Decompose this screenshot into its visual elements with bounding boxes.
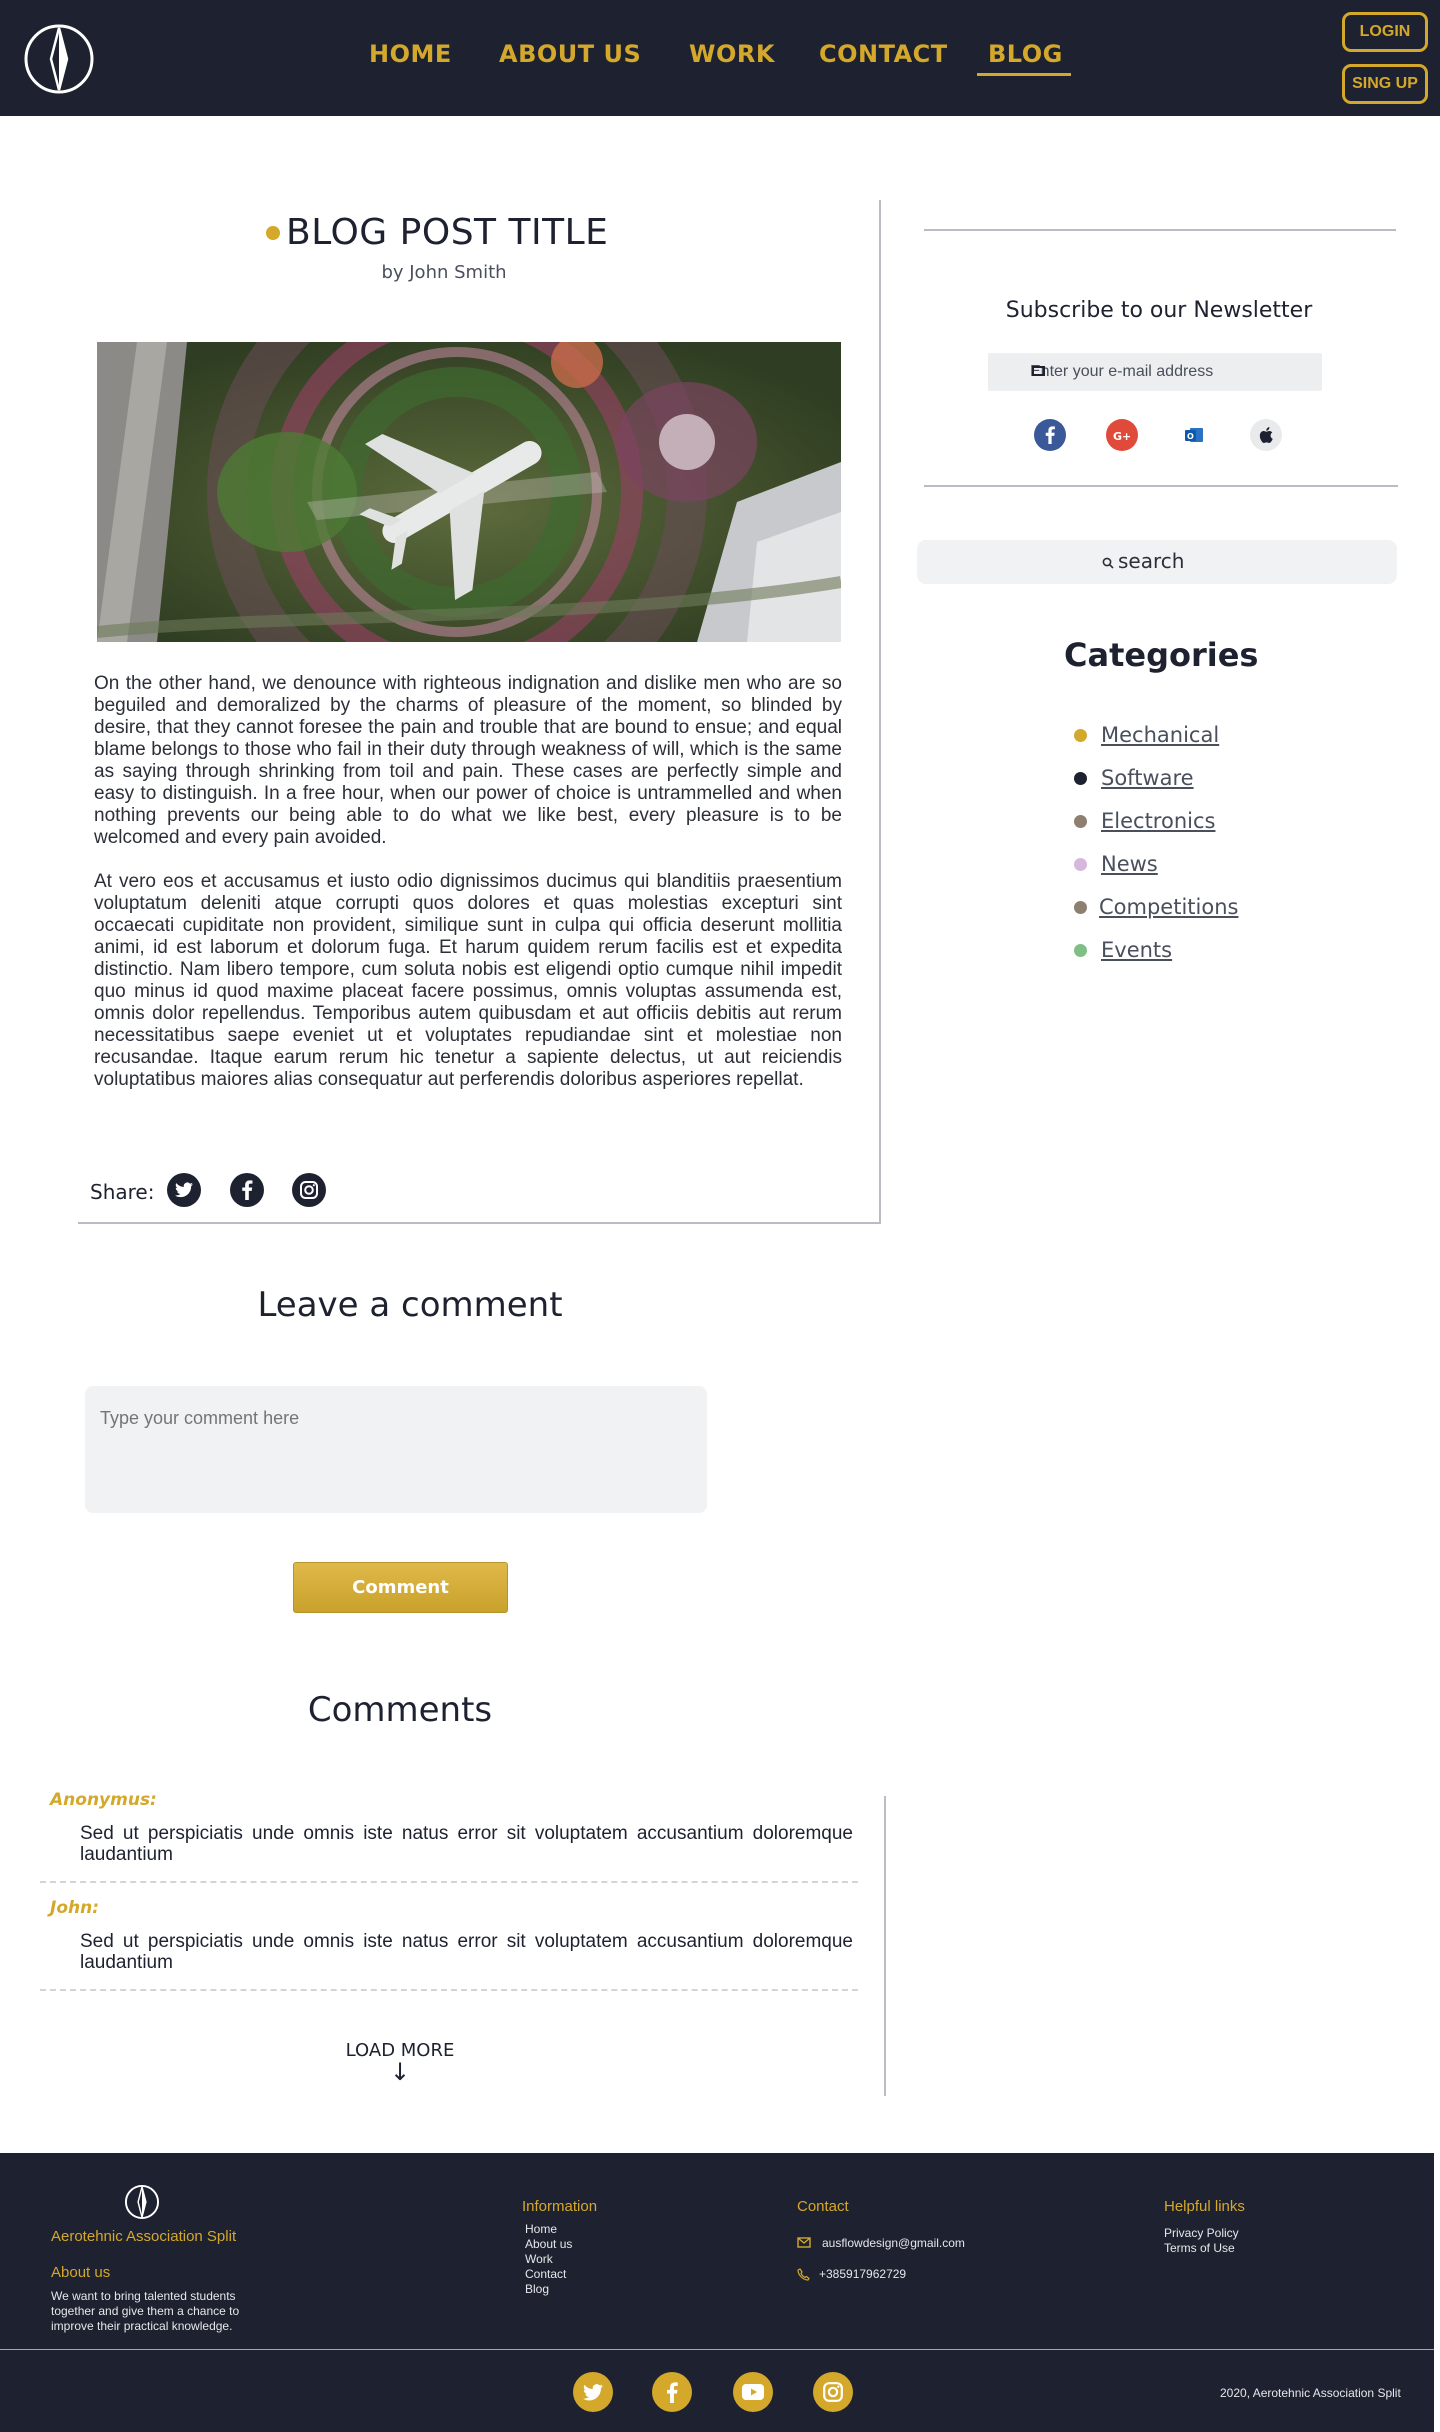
footer-edge — [1434, 2153, 1440, 2432]
svg-text:G+: G+ — [1113, 430, 1131, 442]
category-news[interactable]: News — [1074, 852, 1158, 876]
nav-blog[interactable]: BLOG — [988, 40, 1063, 68]
facebook-icon[interactable] — [230, 1173, 264, 1207]
post-paragraph: On the other hand, we denounce with righ… — [94, 673, 842, 848]
footer-copyright: 2020, Aerotehnic Association Split — [1220, 2386, 1401, 2400]
footer-about-text: We want to bring talented students toget… — [51, 2289, 240, 2333]
category-dot — [1074, 943, 1087, 957]
category-link[interactable]: News — [1101, 852, 1158, 876]
search-placeholder: search — [1118, 549, 1185, 573]
footer-link-privacy-policy[interactable]: Privacy Policy — [1164, 2226, 1239, 2241]
outlook-icon[interactable]: O — [1178, 419, 1210, 451]
category-events[interactable]: Events — [1074, 938, 1172, 962]
category-link[interactable]: Mechanical — [1101, 723, 1219, 747]
footer-org-name: Aerotehnic Association Split — [51, 2228, 237, 2245]
search-icon — [1102, 557, 1114, 569]
post-hero-image — [97, 342, 841, 642]
footer-link-home[interactable]: Home — [525, 2222, 572, 2237]
footer-helpful-links: Privacy Policy Terms of Use — [1164, 2226, 1239, 2256]
footer-email[interactable]: ausflowdesign@gmail.com — [822, 2236, 965, 2251]
comment-separator — [40, 1881, 858, 1883]
comment-textarea[interactable] — [85, 1386, 707, 1513]
active-nav-indicator — [977, 73, 1071, 76]
svg-text:O: O — [1187, 432, 1194, 441]
category-dot — [1074, 728, 1087, 742]
title-bullet — [266, 226, 280, 240]
mail-icon — [1032, 366, 1045, 376]
footer-link-about-us[interactable]: About us — [525, 2237, 572, 2252]
footer-link-blog[interactable]: Blog — [525, 2282, 572, 2297]
category-link[interactable]: Competitions — [1099, 895, 1238, 919]
footer-link-contact[interactable]: Contact — [525, 2267, 572, 2282]
category-link[interactable]: Software — [1101, 766, 1194, 790]
category-software[interactable]: Software — [1074, 766, 1194, 790]
comments-heading: Comments — [307, 1690, 493, 1730]
nav-about-us[interactable]: ABOUT US — [499, 40, 641, 68]
twitter-icon[interactable] — [573, 2372, 613, 2412]
instagram-icon[interactable] — [813, 2372, 853, 2412]
leave-comment-heading: Leave a comment — [257, 1285, 563, 1325]
comment-submit-button[interactable]: Comment — [293, 1562, 508, 1613]
sidebar-divider — [924, 485, 1398, 487]
category-competitions[interactable]: Competitions — [1074, 895, 1238, 919]
comment-separator — [40, 1989, 858, 1991]
category-dot — [1074, 771, 1087, 785]
apple-icon[interactable] — [1250, 419, 1282, 451]
category-link[interactable]: Electronics — [1101, 809, 1215, 833]
category-dot — [1074, 814, 1087, 828]
youtube-icon[interactable] — [733, 2372, 773, 2412]
comment-text: Sed ut perspiciatis unde omnis iste natu… — [80, 1823, 853, 1865]
article-divider-horizontal — [78, 1222, 881, 1224]
newsletter-title: Subscribe to our Newsletter — [1005, 298, 1313, 323]
post-title: BLOG POST TITLE — [286, 212, 609, 253]
comment-text: Sed ut perspiciatis unde omnis iste natu… — [80, 1931, 853, 1973]
footer-about-title: About us — [51, 2264, 111, 2281]
footer-information-links: Home About us Work Contact Blog — [525, 2222, 572, 2297]
category-electronics[interactable]: Electronics — [1074, 809, 1215, 833]
compass-logo-icon[interactable] — [124, 2184, 160, 2220]
share-label: Share: — [90, 1180, 155, 1204]
comment-author: Anonymus: — [50, 1790, 157, 1810]
footer-phone[interactable]: +385917962729 — [819, 2267, 906, 2282]
signup-button[interactable]: SING UP — [1342, 64, 1428, 104]
login-button[interactable]: LOGIN — [1342, 12, 1428, 52]
arrow-down-icon: ↓ — [390, 2058, 411, 2086]
comments-divider-vertical — [884, 1796, 886, 2096]
mail-icon — [797, 2237, 811, 2248]
google-plus-icon[interactable]: G+ — [1106, 419, 1138, 451]
footer-link-terms-of-use[interactable]: Terms of Use — [1164, 2241, 1239, 2256]
category-dot — [1074, 857, 1087, 871]
phone-icon — [797, 2268, 810, 2281]
category-mechanical[interactable]: Mechanical — [1074, 723, 1219, 747]
comment-author: John: — [50, 1898, 100, 1918]
footer-link-work[interactable]: Work — [525, 2252, 572, 2267]
category-dot — [1074, 900, 1087, 914]
facebook-icon[interactable] — [1034, 419, 1066, 451]
facebook-icon[interactable] — [652, 2372, 692, 2412]
footer-information-title: Information — [522, 2198, 598, 2215]
nav-contact[interactable]: CONTACT — [819, 40, 948, 68]
site-header: HOME ABOUT US WORK CONTACT BLOG LOGIN SI… — [0, 0, 1440, 116]
nav-work[interactable]: WORK — [689, 40, 775, 68]
compass-logo-icon[interactable] — [22, 22, 96, 96]
article-divider-vertical — [879, 200, 881, 1224]
nav-home[interactable]: HOME — [369, 40, 452, 68]
sidebar-divider — [924, 229, 1396, 231]
footer-helpful-title: Helpful links — [1164, 2198, 1245, 2215]
twitter-icon[interactable] — [167, 1173, 201, 1207]
footer-separator — [0, 2349, 1434, 2350]
instagram-icon[interactable] — [292, 1173, 326, 1207]
categories-title: Categories — [1064, 636, 1259, 674]
category-link[interactable]: Events — [1101, 938, 1172, 962]
footer-contact-title: Contact — [797, 2198, 849, 2215]
post-author: by John Smith — [381, 262, 507, 283]
post-paragraph: At vero eos et accusamus et iusto odio d… — [94, 871, 842, 1090]
